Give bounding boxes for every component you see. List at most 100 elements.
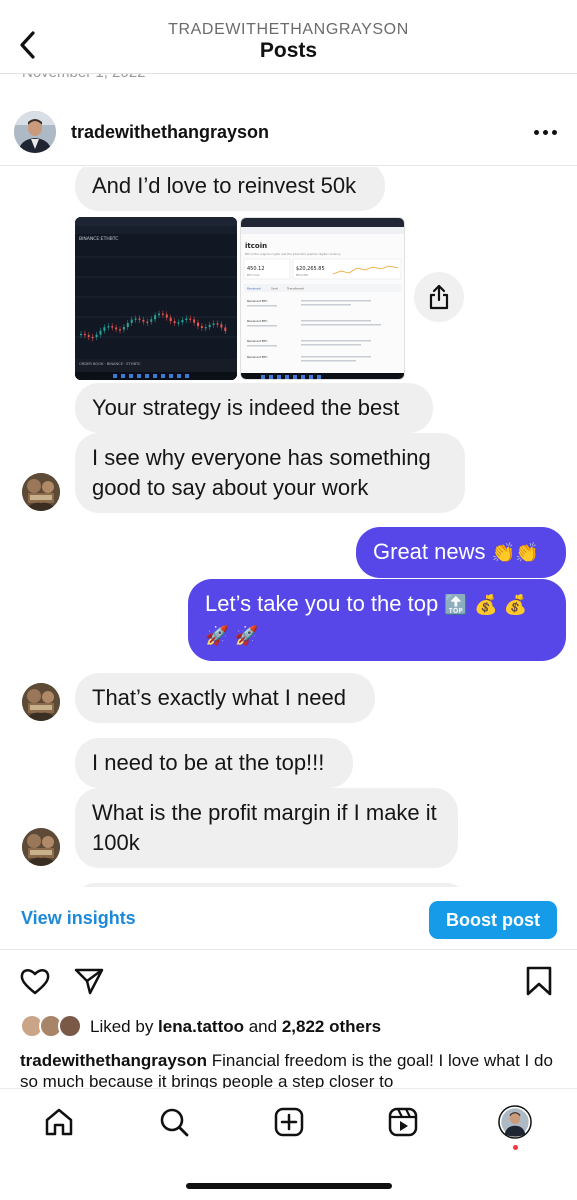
candle-body [208, 324, 211, 328]
candle-body [146, 321, 149, 323]
candle-body [142, 319, 145, 322]
wallet-row-label: Received BTC [247, 339, 267, 343]
send-icon [74, 968, 104, 995]
sender-avatar [22, 473, 60, 511]
likes-summary[interactable]: Liked by lena.tattoo and 2,822 others [20, 1014, 560, 1040]
save-button[interactable] [523, 965, 555, 997]
candle-body [154, 315, 157, 320]
candle-body [119, 329, 121, 331]
nav-home[interactable] [42, 1105, 76, 1139]
incoming-message: Your strategy is indeed the best [75, 383, 433, 433]
insights-row: View insights Boost post [0, 890, 577, 950]
sender-avatar [22, 828, 60, 866]
more-dot [551, 129, 557, 135]
candle-body [224, 327, 227, 332]
wallet-price-sub: BTC/USD [296, 273, 308, 277]
wallet-title: itcoin [245, 242, 267, 250]
home-icon [45, 1108, 73, 1136]
page-title: Posts [259, 39, 318, 62]
nav-profile[interactable] [498, 1105, 532, 1139]
account-name: TRADEWITHETHANGRAYSON [168, 21, 409, 38]
sender-avatar [22, 683, 60, 721]
wallet-tab: Sent [271, 287, 279, 291]
candle-body [126, 322, 129, 327]
candle-body [80, 333, 82, 336]
nav-create[interactable] [272, 1105, 306, 1139]
wallet-balance: 450.12 [247, 266, 265, 272]
home-indicator [186, 1183, 392, 1189]
candle-body [216, 323, 219, 325]
message-text: Great news [373, 539, 486, 564]
share-icon [429, 284, 449, 310]
post-caption: tradewithethangrayson Financial freedom … [20, 1050, 565, 1088]
message-text: Let’s take you to the top [205, 591, 439, 616]
candle-body [173, 321, 176, 324]
boost-post-button[interactable]: Boost post [429, 901, 557, 939]
candle-body [107, 326, 110, 328]
incoming-message: And I’d love to reinvest 50k [75, 167, 385, 211]
notification-dot [513, 1145, 518, 1150]
chart-bottom-label: ORDER BOOK · BINANCE · ETHBTC [79, 362, 141, 366]
wallet-tab: Received [247, 287, 261, 291]
liker-avatar [58, 1014, 82, 1038]
more-dot [542, 129, 548, 135]
bitcoin-wallet-screenshot[interactable]: itcoin BTC is the original crypto and th… [240, 217, 405, 380]
wallet-tab: Transferred [286, 287, 304, 291]
post-author-username[interactable]: tradewithethangrayson [71, 122, 269, 143]
incoming-message: What is the profit margin if I make it 1… [75, 788, 458, 868]
more-options-button[interactable] [531, 122, 559, 142]
post-author-avatar[interactable] [14, 111, 56, 153]
message-text: Your strategy is indeed the best [92, 395, 400, 420]
reels-icon [388, 1107, 418, 1137]
top-bar: TRADEWITHETHANGRAYSON Posts [0, 0, 577, 74]
send-button[interactable] [73, 965, 105, 997]
view-insights-link[interactable]: View insights [21, 908, 136, 929]
candle-body [103, 327, 106, 331]
candle-body [150, 319, 153, 322]
incoming-message-partial [75, 883, 467, 887]
heart-icon [20, 969, 50, 995]
likes-text: Liked by lena.tattoo and 2,822 others [90, 1017, 381, 1037]
like-button[interactable] [19, 965, 51, 997]
candle-body [165, 314, 168, 318]
message-text: I need to be at the top!!! [92, 750, 325, 775]
wallet-price: $20,265.85 [296, 266, 325, 272]
create-icon [274, 1107, 304, 1137]
caption-username[interactable]: tradewithethangrayson [20, 1051, 207, 1070]
candle-body [181, 320, 184, 323]
candle-body [122, 326, 125, 330]
liker-username[interactable]: lena.tattoo [158, 1017, 244, 1036]
candle-body [193, 319, 196, 323]
candle-body [91, 336, 94, 339]
candle-body [138, 318, 141, 320]
incoming-message: That’s exactly what I need [75, 673, 375, 723]
outgoing-message: Let’s take you to the top 🔝 💰 💰 🚀 🚀 [188, 579, 566, 661]
message-text: And I’d love to reinvest 50k [92, 173, 357, 198]
profile-avatar [498, 1105, 532, 1139]
trading-chart-screenshot[interactable]: BINANCE:ETHBTC ORDER BOOK · BINANCE · ET… [75, 217, 237, 380]
likes-count[interactable]: 2,822 others [282, 1017, 381, 1036]
candle-body [99, 330, 102, 335]
message-text: That’s exactly what I need [92, 685, 346, 710]
share-button[interactable] [414, 272, 464, 322]
candle-body [212, 323, 215, 325]
nav-search[interactable] [157, 1105, 191, 1139]
message-emoji: 👏👏 [491, 542, 539, 564]
likes-conjunction: and [244, 1017, 282, 1036]
candle-body [189, 318, 192, 320]
candle-body [87, 335, 90, 337]
candle-body [95, 334, 98, 338]
candle-body [185, 318, 188, 321]
candle-body [130, 319, 133, 323]
wallet-row-label: Received BTC [247, 319, 267, 323]
likes-prefix: Liked by [90, 1017, 159, 1036]
candle-body [200, 326, 203, 328]
nav-reels[interactable] [386, 1105, 420, 1139]
candle-body [161, 313, 164, 315]
candle-body [197, 322, 199, 327]
post-image-chat[interactable]: And I’d love to reinvest 50k BINANCE:ETH… [0, 167, 577, 887]
candle-body [169, 317, 172, 322]
candle-body [220, 324, 223, 328]
search-icon [160, 1108, 189, 1137]
chart-pair-label: BINANCE:ETHBTC [79, 236, 118, 242]
